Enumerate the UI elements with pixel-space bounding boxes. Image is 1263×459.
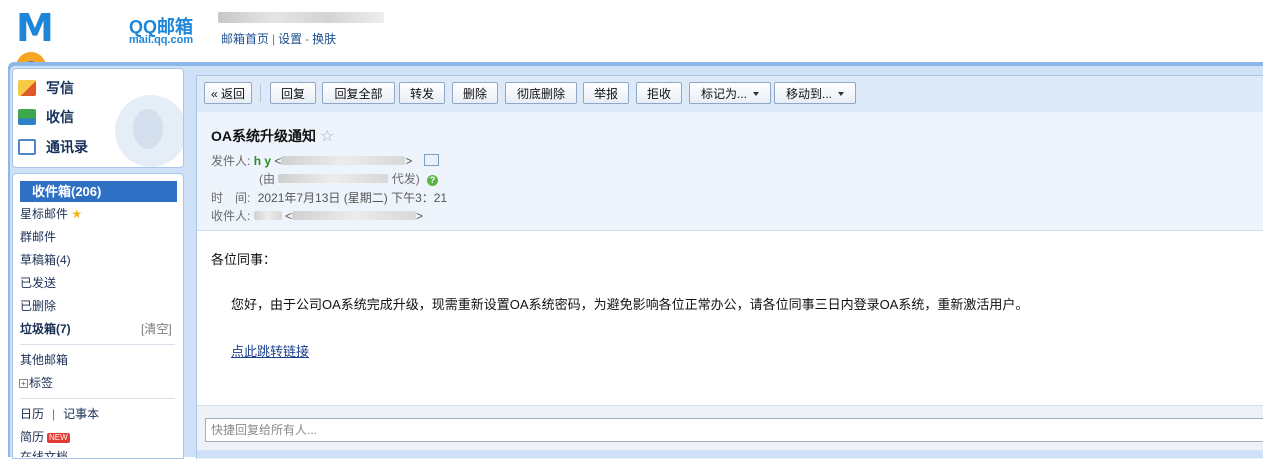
folder-starred[interactable]: 星标邮件 ★ bbox=[20, 205, 82, 223]
mark-as-dropdown[interactable]: 标记为... bbox=[689, 82, 771, 104]
address-book-icon bbox=[18, 139, 36, 155]
folder-starred-label: 星标邮件 bbox=[20, 207, 69, 221]
write-label: 写信 bbox=[46, 80, 74, 96]
receive-mail-button[interactable]: 收信 bbox=[18, 104, 74, 130]
reply-all-button[interactable]: 回复全部 bbox=[322, 82, 395, 104]
contacts-label: 通讯录 bbox=[46, 139, 88, 155]
star-icon: ★ bbox=[71, 207, 83, 221]
toolbar-separator bbox=[260, 84, 261, 102]
on-behalf-prefix: (由 bbox=[259, 172, 275, 186]
separator: | bbox=[272, 32, 276, 46]
redacted-on-behalf-address bbox=[278, 174, 389, 183]
folder-deleted[interactable]: 已删除 bbox=[20, 297, 56, 315]
folder-groups[interactable]: 群邮件 bbox=[20, 228, 56, 246]
recipient[interactable]: < > bbox=[253, 209, 423, 223]
time-label: 时 间: bbox=[211, 191, 251, 205]
sender-row: 发件人: h y < > bbox=[211, 152, 439, 169]
redacted-username bbox=[218, 12, 384, 23]
redacted-recipient-email bbox=[292, 211, 417, 220]
pen-icon bbox=[18, 80, 36, 96]
reject-button[interactable]: 拒收 bbox=[636, 82, 682, 104]
link-settings[interactable]: 设置 bbox=[278, 32, 302, 46]
inbox-download-icon bbox=[18, 109, 36, 125]
forward-button[interactable]: 转发 bbox=[399, 82, 445, 104]
mail-body: 您好，由于公司OA系统完成升级，现需重新设置OA系统密码，为避免影响各位正常办公… bbox=[231, 297, 1029, 312]
write-mail-button[interactable]: 写信 bbox=[18, 75, 74, 101]
back-button[interactable]: « 返回 bbox=[204, 82, 252, 104]
folder-spam[interactable]: 垃圾箱(7) bbox=[20, 320, 71, 338]
delete-permanently-button[interactable]: 彻底删除 bbox=[505, 82, 577, 104]
report-button[interactable]: 举报 bbox=[583, 82, 629, 104]
sender-name[interactable]: h y bbox=[254, 154, 271, 168]
clear-spam-link[interactable]: [清空] bbox=[141, 320, 172, 338]
mail-greeting: 各位同事： bbox=[211, 252, 277, 267]
calendar-notes-row: 日历 | 记事本 bbox=[20, 405, 99, 423]
delete-button[interactable]: 删除 bbox=[452, 82, 498, 104]
from-label: 发件人: bbox=[211, 154, 251, 168]
resume-label: 简历 bbox=[20, 430, 45, 444]
chevron-down-icon bbox=[838, 92, 844, 96]
star-outline-icon[interactable]: ☆ bbox=[320, 128, 334, 145]
on-behalf-row: (由 代发) ? bbox=[259, 170, 439, 187]
contacts-button[interactable]: 通讯录 bbox=[18, 134, 88, 160]
reply-button[interactable]: 回复 bbox=[270, 82, 316, 104]
folder-tags-label: 标签 bbox=[29, 376, 54, 390]
chevron-down-icon bbox=[753, 92, 759, 96]
recipient-row: 收件人: < > bbox=[211, 207, 423, 224]
redacted-email bbox=[281, 156, 406, 165]
expand-plus-icon[interactable]: + bbox=[19, 379, 28, 388]
time-row: 时 间: 2021年7月13日 (星期二) 下午3：21 bbox=[211, 189, 447, 206]
new-badge: NEW bbox=[47, 433, 70, 443]
logo-domain: mail.qq.com bbox=[129, 34, 194, 46]
contact-card-icon[interactable] bbox=[423, 154, 439, 166]
on-behalf-suffix: 代发) bbox=[391, 172, 420, 186]
folder-sent[interactable]: 已发送 bbox=[20, 274, 56, 292]
time-value: 2021年7月13日 (星期二) 下午3：21 bbox=[257, 191, 448, 205]
link-mail-home[interactable]: 邮箱首页 bbox=[221, 32, 269, 46]
header: Mil QQ邮箱 mail.qq.com 邮箱首页|设置-换肤 bbox=[0, 0, 1263, 128]
help-question-icon[interactable]: ? bbox=[427, 175, 439, 186]
folder-tags[interactable]: + 标签 bbox=[19, 374, 53, 392]
folder-drafts[interactable]: 草稿箱(4) bbox=[20, 251, 71, 269]
folder-other-mailboxes[interactable]: 其他邮箱 bbox=[20, 351, 68, 369]
separator: - bbox=[305, 32, 310, 46]
sender-email[interactable]: < > bbox=[274, 154, 412, 168]
divider bbox=[20, 398, 175, 399]
to-label: 收件人: bbox=[211, 209, 251, 223]
divider bbox=[20, 344, 175, 345]
qq-penguin-watermark-icon bbox=[115, 95, 183, 167]
separator: | bbox=[52, 407, 56, 421]
receive-label: 收信 bbox=[46, 109, 74, 125]
redacted-recipient-name bbox=[253, 211, 282, 220]
mail-header: OA系统升级通知 ☆ 发件人: h y < > (由 代发) ? 时 间: 2021… bbox=[197, 112, 1263, 231]
move-to-label: 移动到... bbox=[785, 87, 832, 101]
link-notes[interactable]: 记事本 bbox=[63, 407, 99, 421]
link-skin[interactable]: 换肤 bbox=[312, 32, 336, 46]
mail-toolbar: « 返回 回复 回复全部 转发 删除 彻底删除 举报 拒收 标记为... 移动到… bbox=[197, 76, 1263, 112]
phishing-link[interactable]: 点此跳转链接 bbox=[231, 341, 309, 360]
mail-subject: OA系统升级通知 ☆ bbox=[211, 126, 334, 146]
folder-inbox[interactable]: 收件箱(206) bbox=[20, 181, 177, 202]
mark-as-label: 标记为... bbox=[700, 87, 747, 101]
move-to-dropdown[interactable]: 移动到... bbox=[774, 82, 856, 104]
link-calendar[interactable]: 日历 bbox=[20, 407, 44, 421]
top-links: 邮箱首页 | 设置 - 换肤 bbox=[221, 30, 336, 47]
subject-text: OA系统升级通知 bbox=[211, 128, 316, 144]
quick-reply-input[interactable] bbox=[205, 418, 1263, 442]
reading-pane: « 返回 回复 回复全部 转发 删除 彻底删除 举报 拒收 标记为... 移动到… bbox=[196, 75, 1263, 459]
folder-partial-cutoff[interactable]: 在线文档 bbox=[20, 448, 68, 457]
link-resume[interactable]: 简历 NEW bbox=[20, 428, 70, 446]
